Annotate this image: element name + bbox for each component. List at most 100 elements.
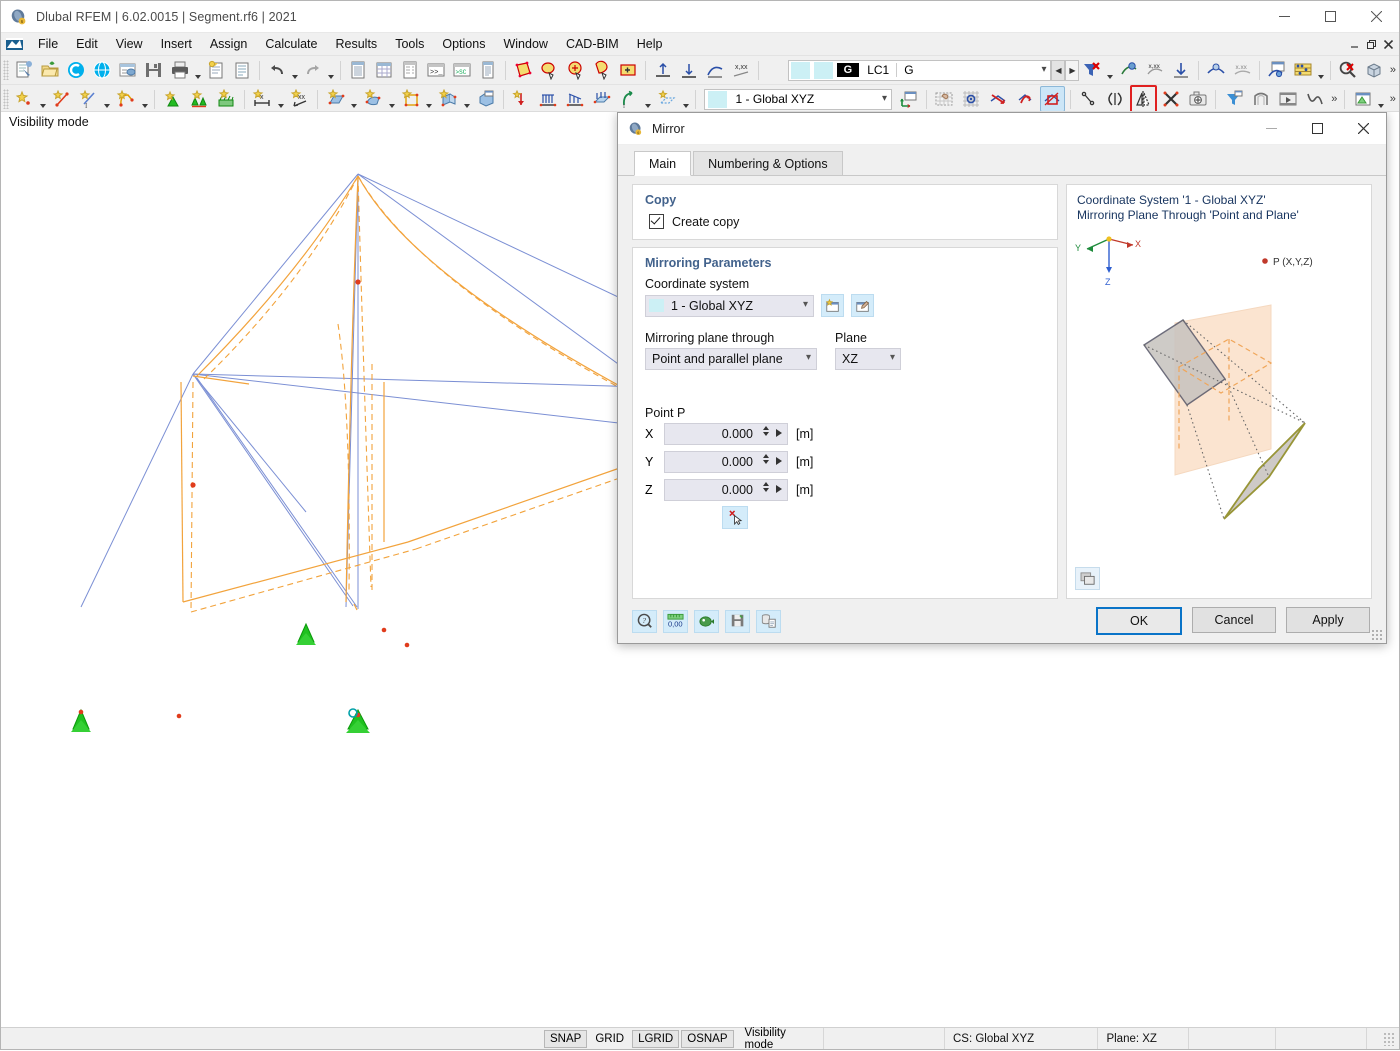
redo-dropdown-arrow-icon[interactable] bbox=[326, 56, 336, 84]
solid-icon[interactable] bbox=[361, 86, 386, 112]
load-member-icon[interactable] bbox=[563, 86, 588, 112]
abacus-icon[interactable] bbox=[1291, 57, 1315, 83]
extrude-icon[interactable] bbox=[1248, 86, 1273, 112]
block-icon[interactable] bbox=[473, 86, 498, 112]
support-line-icon[interactable] bbox=[187, 86, 212, 112]
import-icon[interactable] bbox=[694, 609, 719, 633]
select-circle-icon[interactable] bbox=[564, 57, 588, 83]
window-close-button[interactable] bbox=[1353, 1, 1399, 32]
mirroring-plane-through-select[interactable]: Point and parallel plane ▾ bbox=[645, 348, 817, 370]
new-model-icon[interactable] bbox=[12, 57, 36, 83]
load-case-combo[interactable]: G LC1 G ▾ bbox=[787, 59, 1052, 81]
abacus-dropdown-arrow-icon[interactable] bbox=[1316, 56, 1326, 84]
member-dropdown-arrow-icon[interactable] bbox=[276, 85, 287, 113]
surface-dropdown-arrow-icon[interactable] bbox=[349, 85, 360, 113]
menu-item-edit[interactable]: Edit bbox=[67, 34, 107, 54]
result-arrow-down-icon[interactable] bbox=[1169, 57, 1193, 83]
render-view-icon[interactable] bbox=[1117, 57, 1141, 83]
dialog-resize-grip[interactable] bbox=[1371, 629, 1383, 641]
line-dim-icon[interactable]: I bbox=[76, 86, 101, 112]
result-values-icon[interactable]: x,xx bbox=[729, 57, 753, 83]
member-xx-icon[interactable]: xx bbox=[287, 86, 312, 112]
opening-icon[interactable] bbox=[398, 86, 423, 112]
menu-item-calculate[interactable]: Calculate bbox=[256, 34, 326, 54]
move-icon[interactable] bbox=[986, 86, 1011, 112]
load-surface-icon[interactable] bbox=[590, 86, 615, 112]
chevron-down-icon[interactable]: ▾ bbox=[890, 352, 895, 363]
status-toggle-osnap[interactable]: OSNAP bbox=[681, 1029, 734, 1048]
support-nodal-icon[interactable] bbox=[160, 86, 185, 112]
select-area-icon[interactable] bbox=[511, 57, 535, 83]
chevron-down-icon[interactable]: ▾ bbox=[806, 352, 811, 363]
edit-coordinate-system-icon[interactable] bbox=[851, 294, 874, 317]
open-folder-icon[interactable] bbox=[38, 57, 62, 83]
work-plane-icon[interactable] bbox=[932, 86, 957, 112]
toolbar-grip-2[interactable] bbox=[3, 89, 9, 109]
preview-snapshot-icon[interactable] bbox=[1075, 567, 1100, 590]
redo-icon[interactable] bbox=[301, 57, 325, 83]
line-icon[interactable] bbox=[49, 86, 74, 112]
toolbar-overflow-icon[interactable]: » bbox=[1387, 64, 1399, 76]
model-info-icon[interactable] bbox=[116, 57, 140, 83]
tab-main[interactable]: Main bbox=[634, 151, 692, 176]
undo-icon[interactable] bbox=[265, 57, 289, 83]
solid-dropdown-arrow-icon[interactable] bbox=[387, 85, 398, 113]
member-x-icon[interactable]: x bbox=[250, 86, 275, 112]
dialog-minimize-button[interactable] bbox=[1248, 113, 1294, 144]
status-toggle-grid[interactable]: GRID bbox=[589, 1030, 630, 1048]
menu-item-cad-bim[interactable]: CAD-BIM bbox=[557, 34, 628, 54]
load-snow-dropdown-arrow-icon[interactable] bbox=[680, 85, 691, 113]
save-settings-icon[interactable] bbox=[725, 609, 750, 633]
mirror-dialog[interactable]: 6 Mirror Main Numbering & Options Copy C… bbox=[617, 112, 1387, 644]
line-dropdown-arrow-icon[interactable] bbox=[102, 85, 113, 113]
chevron-down-icon[interactable]: ▾ bbox=[803, 299, 808, 310]
polyline-icon[interactable] bbox=[114, 86, 139, 112]
load-node-icon[interactable] bbox=[509, 86, 534, 112]
opening-dropdown-arrow-icon[interactable] bbox=[424, 85, 435, 113]
document-icon[interactable] bbox=[230, 57, 254, 83]
chevron-down-icon[interactable]: ▾ bbox=[1041, 64, 1046, 75]
mdi-close-button[interactable] bbox=[1380, 35, 1397, 53]
undo-dropdown-arrow-icon[interactable] bbox=[290, 56, 300, 84]
render-window-icon[interactable] bbox=[1265, 57, 1289, 83]
scale-icon[interactable] bbox=[1039, 86, 1065, 112]
ok-button[interactable]: OK bbox=[1096, 607, 1182, 635]
coordinate-system-select[interactable]: 1 - Global XYZ ▾ bbox=[645, 294, 814, 317]
menu-item-window[interactable]: Window bbox=[494, 34, 556, 54]
tables-icon[interactable] bbox=[346, 57, 370, 83]
chevron-down-icon[interactable]: ▾ bbox=[882, 93, 887, 104]
load-snow-icon[interactable] bbox=[654, 86, 679, 112]
select-lasso-icon[interactable] bbox=[537, 57, 561, 83]
print-icon[interactable] bbox=[168, 57, 192, 83]
new-coordinate-system-icon[interactable] bbox=[821, 294, 844, 317]
filter-delete-icon[interactable] bbox=[1080, 57, 1104, 83]
toolbar-grip[interactable] bbox=[3, 60, 9, 80]
mdi-minimize-button[interactable] bbox=[1346, 35, 1363, 53]
load-line-icon[interactable] bbox=[536, 86, 561, 112]
member-set-icon[interactable] bbox=[436, 86, 461, 112]
node-dropdown-arrow-icon[interactable] bbox=[38, 85, 49, 113]
script-icon[interactable]: >SC bbox=[450, 57, 474, 83]
select-plus-icon[interactable] bbox=[616, 57, 640, 83]
window-maximize-button[interactable] bbox=[1307, 1, 1353, 32]
results-table-icon[interactable] bbox=[1350, 86, 1375, 112]
list-table-icon[interactable] bbox=[398, 57, 422, 83]
dimension-down-icon[interactable] bbox=[677, 57, 701, 83]
report-icon[interactable] bbox=[476, 57, 500, 83]
point-p-x-input[interactable]: 0.000 bbox=[664, 423, 788, 445]
menu-item-view[interactable]: View bbox=[107, 34, 152, 54]
menu-item-options[interactable]: Options bbox=[433, 34, 494, 54]
load-case-next-button[interactable]: ▶ bbox=[1065, 59, 1080, 81]
dialog-close-button[interactable] bbox=[1340, 113, 1386, 144]
menu-item-tools[interactable]: Tools bbox=[386, 34, 433, 54]
status-toggle-snap[interactable]: SNAP bbox=[544, 1029, 588, 1048]
menu-item-file[interactable]: File bbox=[29, 34, 67, 54]
select-special-icon[interactable] bbox=[590, 57, 614, 83]
surface-icon[interactable] bbox=[323, 86, 348, 112]
model-viewport[interactable]: Visibility mode 6 Mirror Main Numbering … bbox=[1, 111, 1399, 1027]
status-resize-grip[interactable] bbox=[1382, 1031, 1397, 1046]
create-copy-checkbox[interactable] bbox=[649, 214, 664, 229]
curve-icon[interactable] bbox=[1302, 86, 1327, 112]
grid-table-icon[interactable] bbox=[372, 57, 396, 83]
dimension-up-icon[interactable] bbox=[651, 57, 675, 83]
